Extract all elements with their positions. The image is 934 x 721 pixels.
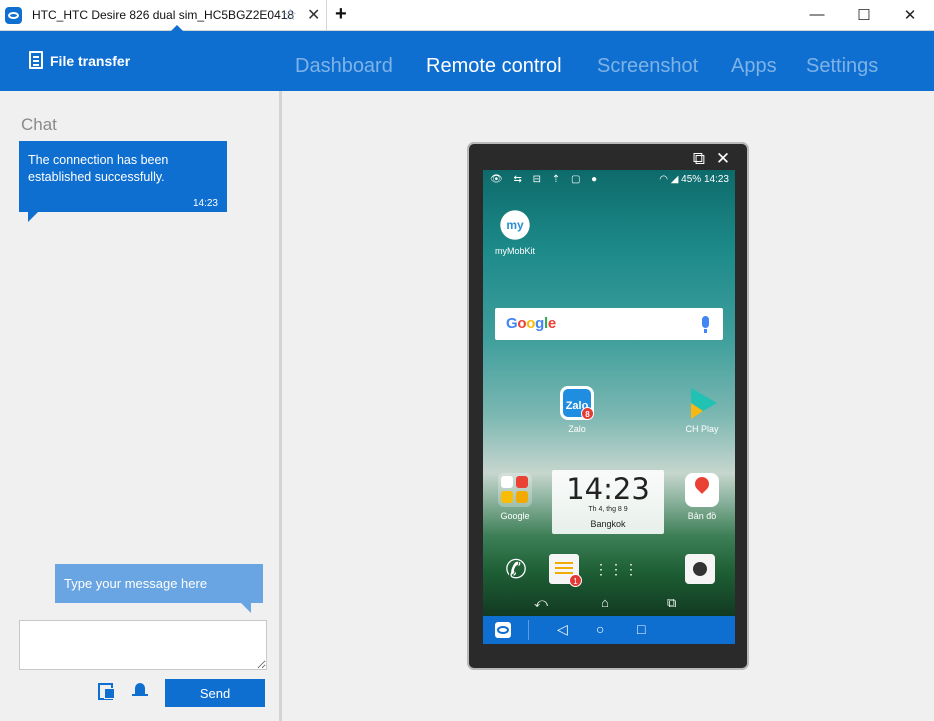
wifi-signal-icon: ◠ ◢ [659, 174, 679, 185]
message-input[interactable] [19, 620, 267, 670]
app-maps[interactable]: Bản đồ [672, 473, 732, 521]
phone-dialer-icon[interactable]: ✆ [501, 554, 531, 584]
remote-home-icon[interactable]: ○ [596, 621, 604, 637]
hint-bubble-tail [241, 603, 251, 613]
app-label: Google [500, 511, 530, 521]
app-ch-play[interactable]: CH Play [672, 386, 732, 434]
input-hint-text: Type your message here [64, 576, 208, 591]
google-search-widget[interactable]: Google [495, 308, 723, 340]
tab-apps[interactable]: Apps [731, 55, 777, 78]
google-logo: Google [506, 315, 556, 332]
session-tab[interactable]: HTC_HTC Desire 826 dual sim_HC5BGZ2E0418… [25, 0, 327, 31]
android-home-icon[interactable]: ⌂ [601, 595, 609, 610]
app-label: CH Play [685, 424, 719, 434]
android-nav-bar: ⤺ ⌂ ⧉ [483, 590, 735, 616]
chat-bubble-tail [28, 212, 38, 222]
clock-time: 14:23 [566, 472, 650, 506]
maps-icon [685, 473, 719, 507]
close-tab-icon[interactable]: ✕ [307, 5, 320, 25]
remote-control-bar: ◁ ○ □ [483, 616, 735, 644]
minimize-button[interactable]: — [802, 6, 832, 23]
android-back-icon[interactable]: ⤺ [534, 595, 548, 611]
google-folder-icon [498, 473, 532, 507]
app-zalo[interactable]: Zalo 8 Zalo [547, 386, 607, 434]
teamviewer-icon[interactable] [495, 622, 511, 638]
chat-message-bubble: The connection has been established succ… [19, 141, 227, 212]
tab-remote-control[interactable]: Remote control [426, 55, 562, 78]
close-remote-icon[interactable]: ✕ [713, 149, 733, 169]
play-store-icon [685, 386, 719, 420]
title-bar: HTC_HTC Desire 826 dual sim_HC5BGZ2E0418… [0, 0, 934, 31]
messages-icon[interactable]: 1 [549, 554, 582, 587]
send-file-icon[interactable] [97, 681, 115, 700]
new-tab-button[interactable]: + [335, 3, 347, 26]
status-notification-icons: 👁 ⇆ ⊟ ⇡ ▢ ● [490, 174, 602, 185]
tab-title: HTC_HTC Desire 826 dual sim_HC5BGZ2E0418 [32, 8, 295, 22]
remote-recents-icon[interactable]: □ [637, 621, 645, 637]
status-time: 14:23 [703, 174, 729, 185]
window-close-button[interactable]: ✕ [895, 6, 925, 24]
chat-panel: Chat The connection has been established… [0, 91, 282, 721]
messages-badge: 1 [569, 574, 582, 587]
zalo-icon: Zalo 8 [560, 386, 594, 420]
app-drawer-icon[interactable]: ⋮⋮⋮ [594, 554, 638, 584]
chat-message-time: 14:23 [192, 198, 218, 209]
divider [528, 620, 529, 640]
file-transfer-label: File transfer [50, 53, 131, 69]
app-label: Bản đồ [687, 511, 717, 521]
app-label: myMobKit [494, 246, 535, 256]
android-recents-icon[interactable]: ⧉ [667, 595, 676, 611]
app-mymobkit[interactable]: my myMobKit [485, 208, 545, 256]
maximize-button[interactable]: ☐ [849, 6, 879, 24]
header-bar: File transfer Dashboard Remote control S… [0, 31, 934, 91]
device-screen[interactable]: 👁 ⇆ ⊟ ⇡ ▢ ● ◠ ◢ 45% 14:23 my myMobKit Go… [483, 170, 735, 616]
microphone-icon[interactable] [702, 316, 709, 333]
clock-date: Th 4, thg 8 9 [588, 506, 628, 513]
tab-settings[interactable]: Settings [806, 55, 878, 78]
tab-screenshot[interactable]: Screenshot [597, 55, 698, 78]
file-transfer-icon [29, 51, 43, 69]
clock-city: Bangkok [590, 519, 626, 529]
status-right: ◠ ◢ 45% 14:23 [659, 174, 729, 185]
battery-level: 45% [681, 174, 702, 185]
popout-icon[interactable]: ⧉ [689, 149, 709, 169]
app-label: Zalo [568, 424, 586, 434]
remote-back-icon[interactable]: ◁ [557, 621, 568, 638]
device-frame: ⧉ ✕ 👁 ⇆ ⊟ ⇡ ▢ ● ◠ ◢ 45% 14:23 my myMobKi… [467, 142, 749, 670]
device-status-bar: 👁 ⇆ ⊟ ⇡ ▢ ● ◠ ◢ 45% 14:23 [483, 170, 735, 190]
tab-dashboard[interactable]: Dashboard [295, 55, 393, 78]
mymobkit-icon: my [498, 208, 532, 242]
chat-message-text: The connection has been established succ… [28, 153, 169, 184]
camera-icon[interactable] [685, 554, 715, 584]
clock-widget[interactable]: 14:23 Th 4, thg 8 9 Bangkok [552, 470, 664, 534]
notification-bell-icon[interactable] [131, 681, 149, 699]
app-folder-google[interactable]: Google [485, 473, 545, 521]
star-icon[interactable]: ☆ [283, 5, 297, 25]
input-hint-bubble: Type your message here [55, 564, 263, 603]
send-button[interactable]: Send [165, 679, 265, 707]
teamviewer-logo-icon [5, 7, 22, 24]
zalo-badge: 8 [581, 407, 594, 420]
chat-title: Chat [21, 115, 57, 134]
